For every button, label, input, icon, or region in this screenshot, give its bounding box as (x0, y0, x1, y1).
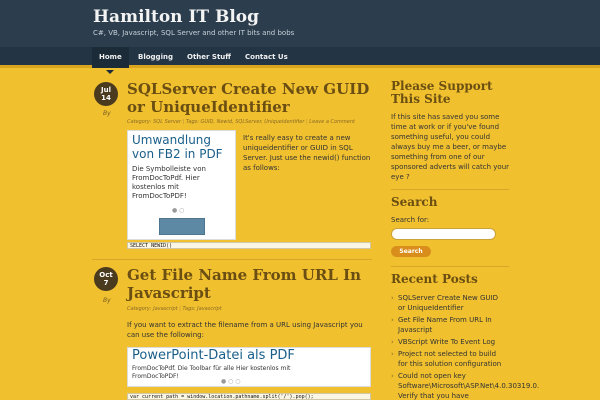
sidebar-divider (391, 189, 509, 190)
post-title[interactable]: SQLServer Create New GUID or UniqueIdent… (127, 80, 372, 116)
search-input[interactable] (391, 228, 496, 240)
site-title[interactable]: Hamilton IT Blog (93, 7, 259, 27)
post-excerpt: If you want to extract the filename from… (127, 321, 363, 339)
site-tagline: C#, VB, Javascript, SQL Server and other… (93, 29, 295, 37)
ad-headline[interactable]: Umwandlung von FB2 in PDF (132, 133, 234, 161)
post-date-badge: Jul 14 (94, 82, 118, 106)
post-byline: By (103, 110, 111, 117)
tags-links[interactable]: GUID, Newid, SQLServer, Uniqueidentifier (201, 119, 305, 125)
site-header: Hamilton IT Blog C#, VB, Javascript, SQL… (0, 0, 600, 47)
post-byline: By (103, 297, 111, 304)
post-meta: Category: SQL Server | Tags: GUID, Newid… (127, 119, 355, 125)
category-label: Category: (127, 119, 152, 125)
search-button[interactable]: Search (391, 246, 431, 257)
search-label: Search for: (391, 216, 430, 224)
nav-item-contact-us[interactable]: Contact Us (238, 47, 295, 68)
tags-label: Tags: (185, 119, 199, 125)
recent-posts-title: Recent Posts (391, 272, 478, 286)
ad-body: Die Symbolleiste von FromDocToPdf. Hier … (132, 165, 206, 200)
category-link[interactable]: SQL Server (153, 119, 181, 125)
post-date-day: 14 (101, 94, 111, 102)
category-link[interactable]: Javascript (153, 306, 178, 312)
advertisement[interactable]: Umwandlung von FB2 in PDF Die Symbolleis… (127, 130, 236, 240)
advertisement[interactable]: PowerPoint-Datei als PDF FromDocToPdf. D… (127, 347, 371, 387)
post-date-month: Oct (99, 271, 113, 279)
main-navigation: Home Blogging Other Stuff Contact Us (0, 47, 600, 74)
recent-post-link[interactable]: VBScript Write To Event Log (391, 337, 506, 347)
nav-item-blogging[interactable]: Blogging (131, 47, 180, 68)
nav-item-home[interactable]: Home (92, 47, 129, 74)
ad-carousel-dots[interactable]: ● ○ ○ (221, 378, 241, 385)
post-title[interactable]: Get File Name From URL In Javascript (127, 266, 372, 302)
post-date-badge: Oct 7 (94, 267, 118, 291)
sidebar-divider (391, 266, 509, 267)
code-block: SELECT NEWID() (127, 242, 371, 249)
category-label: Category: (127, 306, 152, 312)
comment-link[interactable]: Leave a Comment (309, 119, 355, 125)
search-widget-title: Search (391, 195, 438, 209)
post-date-month: Jul (101, 86, 111, 94)
nav-item-other-stuff[interactable]: Other Stuff (180, 47, 238, 68)
post-meta: Category: Javascript | Tags: Javascript (127, 306, 222, 312)
post-divider (92, 259, 372, 260)
ad-headline[interactable]: PowerPoint-Datei als PDF (132, 349, 368, 363)
post-excerpt: It's really easy to create a new uniquei… (243, 134, 371, 172)
recent-post-link[interactable]: Get File Name From URL In Javascript (391, 315, 506, 335)
tags-label: Tags: (182, 306, 196, 312)
recent-posts-list: SQLServer Create New GUID or UniqueIdent… (391, 293, 539, 400)
recent-post-link[interactable]: Could not open key Software\Microsoft\AS… (391, 371, 539, 400)
post-date-day: 7 (103, 279, 109, 287)
tags-links[interactable]: Javascript (197, 306, 222, 312)
recent-post-link[interactable]: SQLServer Create New GUID or UniqueIdent… (391, 293, 506, 313)
recent-post-link[interactable]: Project not selected to build for this s… (391, 349, 506, 369)
ad-button[interactable] (159, 218, 205, 235)
support-widget-title: Please Support This Site (391, 79, 493, 106)
code-block: var current_path = window.location.pathn… (127, 393, 371, 400)
support-widget-text: If this site has saved you some time at … (391, 113, 510, 181)
ad-carousel-dots[interactable]: ● ○ (172, 207, 184, 214)
